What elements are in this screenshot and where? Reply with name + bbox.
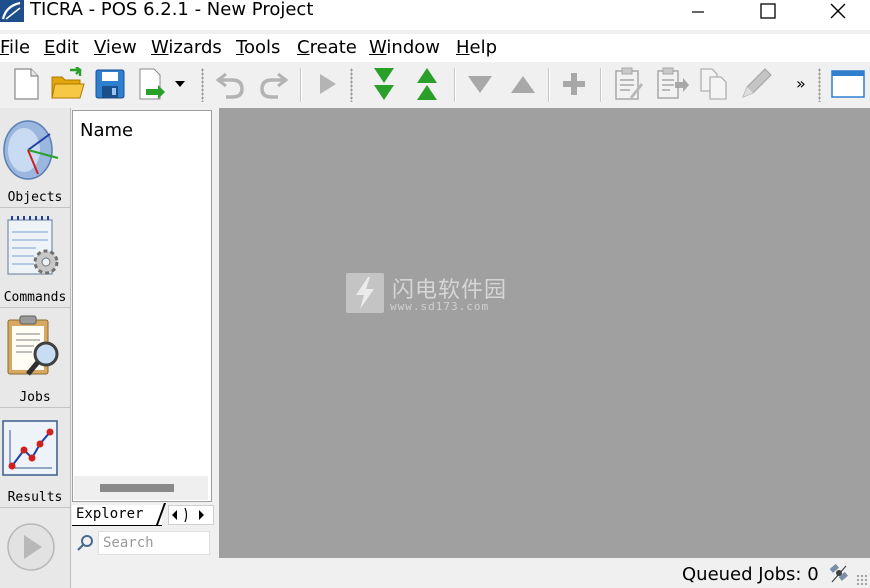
toolbar-separator: [600, 68, 602, 102]
resize-grip[interactable]: [856, 574, 868, 586]
undo-icon: [215, 72, 244, 99]
paste-button[interactable]: [652, 64, 692, 104]
menu-tools[interactable]: Tools: [236, 36, 280, 60]
search-field[interactable]: [98, 531, 210, 555]
sidebar-item-objects[interactable]: Objects: [0, 110, 70, 208]
export-dropdown-button[interactable]: [170, 64, 190, 104]
toolbar-separator: [548, 68, 550, 102]
undo-button[interactable]: [210, 64, 250, 104]
menu-view[interactable]: View: [94, 36, 137, 60]
window-icon: [831, 70, 865, 98]
toolbar-separator: [454, 68, 456, 102]
toolbar-grip[interactable]: [350, 68, 353, 102]
sidebar-item-label: Commands: [3, 290, 67, 305]
window-title: TICRA - POS 6.2.1 - New Project: [30, 0, 314, 20]
toolbar-overflow-button[interactable]: »: [796, 74, 806, 93]
tab-scroll-left-icon[interactable]: [172, 510, 177, 520]
window-layout-button[interactable]: [828, 64, 868, 104]
export-button[interactable]: [134, 64, 168, 104]
sidebar-item-results[interactable]: Results: [0, 410, 70, 508]
move-to-top-button[interactable]: [407, 64, 447, 104]
line-chart-icon: [2, 420, 58, 476]
export-icon: [139, 68, 165, 100]
clipboard-paste-icon: [657, 67, 689, 99]
add-icon: [563, 73, 585, 95]
workspace-area[interactable]: [219, 108, 870, 558]
sidebar-divider: [0, 407, 70, 408]
close-icon: [830, 3, 846, 19]
watermark-url: www.sd173.com: [390, 300, 490, 313]
move-to-bottom-icon: [374, 68, 394, 100]
run-button[interactable]: [306, 64, 346, 104]
tab-scroll-buttons[interactable]: [168, 505, 214, 525]
sidebar-item-label: Results: [7, 490, 63, 505]
edit-button[interactable]: [608, 64, 648, 104]
toolbar-grip[interactable]: [201, 68, 204, 102]
menu-edit[interactable]: Edit: [44, 36, 79, 60]
chevron-down-icon: [175, 81, 185, 87]
menu-file[interactable]: File: [0, 36, 30, 60]
pencil-button[interactable]: [736, 64, 776, 104]
add-button[interactable]: [554, 64, 594, 104]
menu-create[interactable]: Create: [297, 36, 357, 60]
tab-partial-icon: [184, 507, 188, 523]
move-to-top-icon: [417, 68, 437, 100]
menu-wizards[interactable]: Wizards: [151, 36, 222, 60]
redo-button[interactable]: [254, 64, 294, 104]
run-icon: [320, 74, 336, 94]
save-button[interactable]: [90, 64, 130, 104]
new-button[interactable]: [6, 64, 46, 104]
sidebar-item-commands[interactable]: Commands: [0, 210, 70, 308]
sidebar-divider: [0, 307, 70, 308]
run-job-button[interactable]: [6, 522, 56, 576]
move-up-icon: [511, 76, 535, 93]
sidebar-divider: [0, 207, 70, 208]
watermark-logo: [346, 273, 384, 313]
sidebar-item-label: Objects: [7, 190, 63, 205]
queued-jobs-status: Queued Jobs: 0: [682, 564, 819, 585]
copy-button[interactable]: [694, 64, 734, 104]
redo-icon: [260, 72, 289, 99]
explorer-tree[interactable]: [72, 110, 212, 502]
tab-scroll-right-icon[interactable]: [199, 510, 204, 520]
sidebar-item-label: Jobs: [19, 390, 51, 405]
name-column-header[interactable]: Name: [80, 120, 133, 141]
new-document-icon: [14, 68, 39, 100]
app-logo-icon: [0, 0, 24, 22]
open-button[interactable]: [48, 64, 88, 104]
toolbar-grip[interactable]: [818, 68, 821, 102]
sidebar-item-jobs[interactable]: Jobs: [0, 310, 70, 408]
save-icon: [95, 69, 125, 99]
menu-help[interactable]: Help: [456, 36, 497, 60]
antenna-dish-icon: [3, 120, 59, 180]
search-input[interactable]: [99, 533, 207, 553]
tab-explorer-label: Explorer: [76, 506, 144, 522]
maximize-button[interactable]: [745, 0, 791, 22]
minimize-button[interactable]: [675, 0, 721, 22]
toolbar-separator: [300, 68, 302, 102]
notepad-gear-icon: [7, 216, 59, 275]
clipboard-edit-icon: [615, 67, 643, 100]
maximize-icon: [760, 3, 776, 19]
minimize-icon: [692, 11, 704, 13]
move-down-icon: [468, 76, 492, 93]
close-button[interactable]: [815, 0, 861, 22]
search-icon: [76, 534, 94, 556]
open-folder-icon: [51, 67, 85, 99]
move-up-button[interactable]: [503, 64, 543, 104]
sidebar-divider: [0, 507, 70, 508]
menu-window[interactable]: Window: [369, 36, 440, 60]
copy-icon: [700, 68, 727, 100]
clipboard-search-icon: [7, 315, 59, 376]
pencil-icon: [742, 68, 772, 98]
move-down-button[interactable]: [460, 64, 500, 104]
move-to-bottom-button[interactable]: [364, 64, 404, 104]
satellite-icon[interactable]: [828, 562, 850, 588]
play-circle-icon: [7, 523, 55, 571]
scrollbar-thumb[interactable]: [100, 484, 174, 492]
